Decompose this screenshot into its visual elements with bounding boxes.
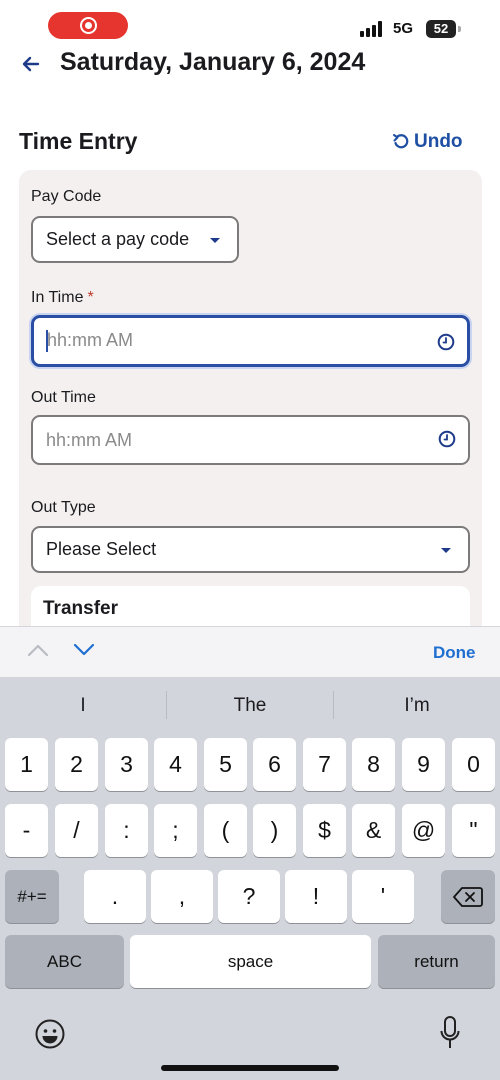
- key[interactable]: ,: [151, 870, 213, 923]
- clock-icon[interactable]: [437, 333, 455, 351]
- key[interactable]: -: [5, 804, 48, 857]
- suggestion-item[interactable]: The: [167, 677, 333, 734]
- suggestion-item[interactable]: I: [0, 677, 166, 734]
- key[interactable]: 8: [352, 738, 395, 791]
- key[interactable]: 4: [154, 738, 197, 791]
- transfer-title: Transfer: [43, 598, 118, 619]
- battery-tip: [458, 26, 461, 32]
- required-marker: *: [87, 289, 94, 306]
- key[interactable]: :: [105, 804, 148, 857]
- previous-field-icon[interactable]: [27, 643, 49, 657]
- done-button[interactable]: Done: [433, 643, 476, 663]
- status-bar: 5G 52: [0, 0, 500, 50]
- keyboard: I The I’m 1 2 3 4 5 6 7 8 9 0 - / : ; ( …: [0, 677, 500, 1080]
- key[interactable]: 7: [303, 738, 346, 791]
- out-time-placeholder: hh:mm AM: [46, 430, 133, 450]
- backspace-icon: [453, 887, 483, 907]
- out-type-select[interactable]: Please Select: [31, 526, 470, 573]
- key[interactable]: 2: [55, 738, 98, 791]
- key[interactable]: .: [84, 870, 146, 923]
- key[interactable]: 3: [105, 738, 148, 791]
- back-arrow-icon[interactable]: [18, 50, 46, 78]
- section-title: Time Entry: [19, 128, 138, 154]
- key[interactable]: (: [204, 804, 247, 857]
- key[interactable]: 1: [5, 738, 48, 791]
- screen-recording-indicator[interactable]: [48, 12, 128, 39]
- key[interactable]: @: [402, 804, 445, 857]
- out-time-label: Out Time: [31, 389, 96, 406]
- chevron-down-icon: [441, 547, 451, 553]
- out-type-value: Please Select: [46, 539, 157, 559]
- home-indicator[interactable]: [161, 1065, 339, 1071]
- key[interactable]: !: [285, 870, 347, 923]
- page-title: Saturday, January 6, 2024: [60, 48, 366, 76]
- key[interactable]: 5: [204, 738, 247, 791]
- undo-button[interactable]: Undo: [392, 131, 463, 153]
- in-time-label: In Time *: [31, 289, 94, 307]
- space-key[interactable]: space: [130, 935, 371, 988]
- cellular-signal-icon: [360, 21, 386, 37]
- in-time-field[interactable]: hh:mm AM: [31, 315, 470, 367]
- text-cursor: [46, 330, 48, 352]
- key[interactable]: 9: [402, 738, 445, 791]
- microphone-icon[interactable]: [440, 1015, 460, 1051]
- undo-icon: [393, 134, 409, 149]
- undo-label: Undo: [414, 131, 463, 152]
- record-icon: [80, 17, 97, 34]
- key[interactable]: ?: [218, 870, 280, 923]
- suggestion-item[interactable]: I’m: [334, 677, 500, 734]
- abc-key[interactable]: ABC: [5, 935, 124, 988]
- battery-level: 52: [426, 20, 456, 38]
- pay-code-value: Select a pay code: [46, 229, 190, 249]
- key[interactable]: &: [352, 804, 395, 857]
- key[interactable]: 0: [452, 738, 495, 791]
- key[interactable]: ': [352, 870, 414, 923]
- delete-key[interactable]: [441, 870, 495, 923]
- next-field-icon[interactable]: [73, 643, 95, 657]
- out-type-label: Out Type: [31, 499, 96, 516]
- out-time-field[interactable]: hh:mm AM: [31, 415, 470, 465]
- in-time-label-text: In Time: [31, 289, 84, 306]
- key[interactable]: /: [55, 804, 98, 857]
- pay-code-label: Pay Code: [31, 188, 102, 205]
- symbols-key[interactable]: #+=: [5, 870, 59, 923]
- keyboard-accessory-bar: Done: [0, 626, 500, 677]
- pay-code-select[interactable]: Select a pay code: [31, 216, 239, 263]
- chevron-down-icon: [210, 237, 220, 243]
- key[interactable]: 6: [253, 738, 296, 791]
- emoji-icon[interactable]: [34, 1018, 66, 1050]
- clock-icon[interactable]: [438, 430, 456, 448]
- key[interactable]: ": [452, 804, 495, 857]
- return-key[interactable]: return: [378, 935, 495, 988]
- key[interactable]: ): [253, 804, 296, 857]
- network-type: 5G: [393, 20, 414, 37]
- in-time-placeholder: hh:mm AM: [47, 330, 134, 350]
- key[interactable]: $: [303, 804, 346, 857]
- key[interactable]: ;: [154, 804, 197, 857]
